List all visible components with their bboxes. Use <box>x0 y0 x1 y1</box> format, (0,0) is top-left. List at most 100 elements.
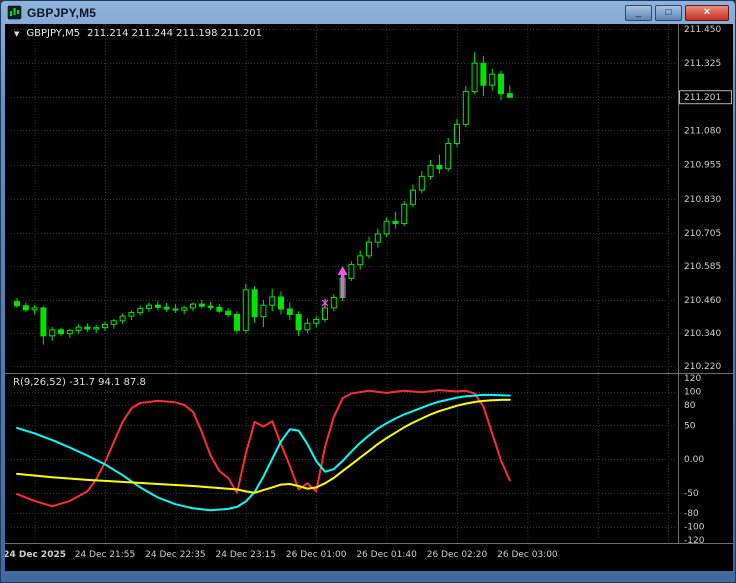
candle-body <box>22 305 29 311</box>
candle-body <box>181 307 188 311</box>
candle-body <box>480 62 487 86</box>
candle-body <box>462 90 469 125</box>
chart-symbol-period: GBPJPY,M5 <box>26 28 81 39</box>
candle-body <box>366 241 372 257</box>
close-button[interactable]: × <box>685 4 729 21</box>
window-title: GBPJPY,M5 <box>27 5 97 20</box>
candle-body <box>110 320 117 325</box>
svg-text:210.955: 210.955 <box>684 161 721 171</box>
mt4-window: GBPJPY,M5 _ □ × ▼ GBPJPY,M5 211.214 211.… <box>0 0 736 583</box>
candle-body <box>58 329 64 335</box>
svg-text:210.705: 210.705 <box>684 229 721 239</box>
svg-text:-120: -120 <box>684 536 705 546</box>
svg-text:50: 50 <box>684 421 696 431</box>
candle-body <box>216 306 223 312</box>
candle-body <box>14 301 20 307</box>
maximize-button[interactable]: □ <box>655 4 682 21</box>
svg-text:24 Dec 2025: 24 Dec 2025 <box>5 550 66 560</box>
svg-text:26 Dec 03:00: 26 Dec 03:00 <box>497 550 558 560</box>
candle-body <box>93 327 100 330</box>
chart-ohlc-values: 211.214 211.244 211.198 211.201 <box>87 28 263 39</box>
candle-body <box>260 304 267 318</box>
candle-body <box>242 289 249 331</box>
candle-body <box>137 307 144 314</box>
svg-text:210.220: 210.220 <box>684 362 721 372</box>
candle-body <box>49 329 56 337</box>
candle-body <box>102 323 108 329</box>
svg-text:210.460: 210.460 <box>684 296 721 306</box>
time-axis[interactable]: 24 Dec 2025 24 Dec 21:55 24 Dec 22:35 24 De… <box>5 550 558 560</box>
candle-body <box>313 318 320 324</box>
star-marker <box>321 298 329 307</box>
svg-text:211.201: 211.201 <box>684 93 721 103</box>
svg-text:24 Dec 23:15: 24 Dec 23:15 <box>216 550 277 560</box>
minimize-button[interactable]: _ <box>625 4 652 21</box>
candle-body <box>163 306 170 310</box>
svg-text:120: 120 <box>684 374 701 384</box>
candle-body <box>392 220 399 225</box>
candle-body <box>31 307 38 311</box>
yellow-indicator-line <box>16 398 511 494</box>
chart-client-area: ▼ GBPJPY,M5 211.214 211.244 211.198 211.… <box>5 24 733 571</box>
candle-body <box>146 304 152 309</box>
candle-body <box>234 313 240 331</box>
candle-body <box>269 296 276 306</box>
candle-body <box>445 143 452 170</box>
candle-body <box>401 203 408 225</box>
candle-body <box>348 264 355 279</box>
candle-body <box>330 297 337 309</box>
price-axis[interactable]: 211.450 211.325 211.080 210.955 210.830 210.7… <box>684 25 721 372</box>
svg-text:-100: -100 <box>684 523 705 533</box>
svg-text:211.325: 211.325 <box>684 59 721 69</box>
svg-text:211.080: 211.080 <box>684 126 721 136</box>
svg-text:26 Dec 02:20: 26 Dec 02:20 <box>427 550 488 560</box>
svg-text:0.00: 0.00 <box>684 455 704 465</box>
candle-body <box>278 296 284 310</box>
candle-body <box>427 164 434 177</box>
candle-body <box>418 175 425 191</box>
candle-body <box>207 305 214 308</box>
svg-text:-80: -80 <box>684 509 699 519</box>
window-titlebar[interactable]: GBPJPY,M5 _ □ × <box>5 1 731 24</box>
candle-body <box>40 307 47 337</box>
candle-body <box>154 304 161 308</box>
candle-body <box>489 73 496 86</box>
svg-text:26 Dec 01:40: 26 Dec 01:40 <box>356 550 417 560</box>
svg-text:100: 100 <box>684 388 701 398</box>
svg-text:24 Dec 22:35: 24 Dec 22:35 <box>145 550 206 560</box>
candle-body <box>286 308 293 315</box>
candle-body <box>436 164 443 170</box>
candle-body <box>374 233 381 243</box>
svg-text:80: 80 <box>684 401 696 411</box>
indicator-label: R(9,26,52) -31.7 94.1 87.8 <box>13 377 146 388</box>
symbol-dropdown-icon[interactable]: ▼ <box>14 30 19 38</box>
oscillator-axis[interactable]: 120 100 80 50 0.00 -50 -80 -100 -120 <box>684 374 705 546</box>
chart-canvas[interactable]: 211.450 211.325 211.080 210.955 210.830 210.7… <box>5 24 733 571</box>
candle-body <box>251 289 258 318</box>
candle-body <box>410 189 416 205</box>
svg-text:210.830: 210.830 <box>684 195 721 205</box>
candle-body <box>506 93 513 98</box>
candle-body <box>322 307 328 320</box>
candle-body <box>119 315 126 322</box>
chart-ohlc-header: ▼ GBPJPY,M5 211.214 211.244 211.198 211.… <box>14 28 262 39</box>
current-price-tag: 211.201 <box>679 90 732 105</box>
candle-body <box>198 303 205 307</box>
svg-text:24 Dec 21:55: 24 Dec 21:55 <box>75 550 136 560</box>
oscillator-lines-layer <box>16 389 511 512</box>
candle-body <box>75 326 82 331</box>
red-indicator-line <box>16 389 511 508</box>
svg-text:210.585: 210.585 <box>684 262 721 272</box>
app-icon <box>7 5 22 20</box>
candle-body <box>295 313 302 331</box>
candle-body <box>498 73 504 95</box>
candle-body <box>225 310 232 315</box>
svg-text:211.450: 211.450 <box>684 25 721 35</box>
candle-body <box>66 329 73 335</box>
svg-text:-50: -50 <box>684 489 699 499</box>
candle-body <box>128 312 135 317</box>
candle-body <box>357 255 364 266</box>
candle-body <box>172 308 179 311</box>
svg-text:26 Dec 01:00: 26 Dec 01:00 <box>286 550 347 560</box>
candle-body <box>190 303 196 309</box>
